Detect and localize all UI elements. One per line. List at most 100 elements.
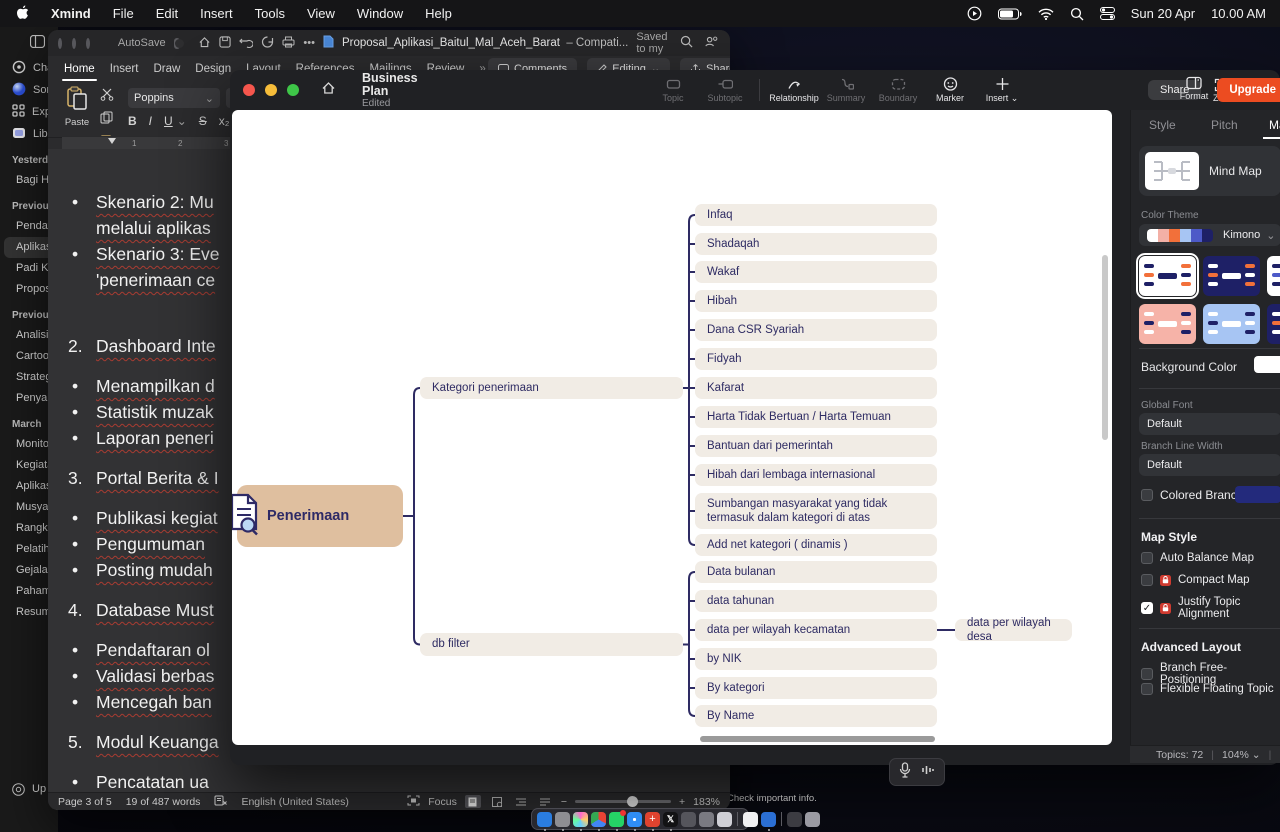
colored-branch-checkbox[interactable] [1141, 489, 1153, 501]
dock-minimized-window-icon[interactable] [787, 812, 802, 827]
cut-icon[interactable] [100, 88, 114, 106]
checkbox[interactable] [1141, 552, 1153, 564]
auto-balance-map-row[interactable]: Auto Balance Map [1141, 552, 1254, 564]
horizontal-scrollbar[interactable] [700, 736, 935, 742]
dock-safari-icon[interactable] [627, 812, 642, 827]
checkbox[interactable] [1141, 574, 1153, 586]
sidebar-item[interactable]: Pendafta [4, 216, 54, 237]
audio-levels-icon[interactable] [921, 763, 935, 782]
subtopic-node[interactable]: Add net kategori ( dinamis ) [695, 534, 937, 556]
page-indicator[interactable]: Page 3 of 5 [58, 796, 112, 808]
zoom-out-button[interactable]: − [561, 796, 567, 808]
sidebar-item[interactable]: Musyaw [4, 497, 54, 518]
central-topic[interactable]: Penerimaan [237, 485, 403, 547]
checkbox[interactable]: ✓ [1141, 602, 1153, 614]
close-button[interactable] [243, 84, 255, 96]
zoom-percentage[interactable]: 183% [693, 796, 720, 808]
dock-x-app-icon[interactable]: 𝕏 [663, 812, 678, 827]
sidebar-item[interactable]: Analisis [4, 325, 54, 346]
subtopic-node[interactable]: Shadaqah [695, 233, 937, 255]
dock-phone-mirroring-icon[interactable] [717, 812, 732, 827]
relationship-tool[interactable]: Relationship [768, 77, 820, 103]
tab-draw[interactable]: Draw [153, 63, 180, 75]
format-panel-button[interactable]: Format [1168, 76, 1220, 101]
apple-logo-icon[interactable] [16, 5, 29, 23]
language-indicator[interactable]: English (United States) [241, 796, 348, 808]
format-s-button[interactable]: S [199, 114, 207, 128]
format-b-button[interactable]: B [128, 114, 137, 128]
outline-view-button[interactable] [513, 795, 529, 808]
paste-button[interactable]: Paste [62, 86, 92, 128]
insert-tool[interactable]: Insert ⌄ [976, 77, 1028, 104]
dock-whatsapp-icon[interactable] [609, 812, 624, 827]
sidebar-item[interactable]: Resume [4, 602, 54, 623]
menu-file[interactable]: File [113, 6, 134, 21]
format-u-button[interactable]: U [164, 114, 173, 128]
main-topic[interactable]: db filter [420, 633, 683, 656]
checkbox[interactable] [1141, 668, 1153, 680]
sidebar-item[interactable]: Gejala [4, 560, 54, 581]
minimize-button[interactable] [265, 84, 277, 96]
subtopic-node[interactable]: Infaq [695, 204, 937, 226]
redo-icon[interactable] [261, 36, 274, 51]
menu-view[interactable]: View [307, 6, 335, 21]
more-icon[interactable]: ••• [303, 37, 315, 49]
menu-time[interactable]: 10.00 AM [1211, 6, 1266, 21]
sidebar-item[interactable]: Kegiatan [4, 455, 54, 476]
branch-width-select[interactable]: Default [1139, 454, 1280, 476]
zoom-button[interactable] [287, 84, 299, 96]
colored-branch-row[interactable]: Colored Branch [1141, 488, 1243, 502]
sidebar-item[interactable]: Penyakit [4, 388, 54, 409]
sidebar-item[interactable]: Padi Ken [4, 258, 54, 279]
dock-red-plus-app-icon[interactable]: + [645, 812, 660, 827]
zoom-in-button[interactable]: + [679, 796, 685, 808]
sidebar-item[interactable]: Strategi [4, 367, 54, 388]
sidebar-item[interactable]: Paham A [4, 581, 54, 602]
sidebar-item[interactable]: Proposa [4, 279, 54, 300]
subtopic-node[interactable]: By Name [695, 705, 937, 727]
colored-branch-color-swatch[interactable] [1235, 486, 1280, 503]
subtopic-node[interactable]: Sumbangan masyarakat yang tidak termasuk… [695, 493, 937, 529]
print-icon[interactable] [282, 36, 295, 51]
draft-view-button[interactable] [537, 795, 553, 808]
menu-window[interactable]: Window [357, 6, 403, 21]
sidebar-item[interactable]: Aplikasi [4, 476, 54, 497]
dock-trash-icon[interactable] [805, 812, 820, 827]
panel-tab-pitch[interactable]: Pitch [1211, 118, 1238, 132]
sidebar-item[interactable]: Rangkai [4, 518, 54, 539]
print-layout-view-button[interactable] [465, 795, 481, 808]
map-title[interactable]: Business Plan [362, 72, 442, 98]
checkbox[interactable] [1141, 683, 1153, 695]
vertical-scrollbar[interactable] [1102, 255, 1108, 440]
menu-edit[interactable]: Edit [156, 6, 178, 21]
focus-icon[interactable] [407, 795, 420, 809]
menu-date[interactable]: Sun 20 Apr [1131, 6, 1195, 21]
format-x-button[interactable]: x₂ [219, 114, 230, 128]
panel-tab-style[interactable]: Style [1149, 118, 1176, 132]
panel-tab-map[interactable]: Map [1269, 118, 1280, 132]
autosave-toggle[interactable] [174, 38, 181, 49]
theme-thumbnail[interactable] [1139, 256, 1196, 296]
subtopic-node[interactable]: by NIK [695, 648, 937, 670]
battery-icon[interactable] [998, 8, 1022, 20]
theme-thumbnail[interactable] [1139, 304, 1196, 344]
word-count[interactable]: 19 of 487 words [126, 796, 201, 808]
web-layout-view-button[interactable] [489, 795, 505, 808]
spotlight-search-icon[interactable] [1070, 7, 1084, 21]
subtopic-node[interactable]: Hibah dari lembaga internasional [695, 464, 937, 486]
format-i-button[interactable]: I [149, 114, 152, 128]
theme-thumbnail[interactable] [1267, 256, 1280, 296]
focus-label[interactable]: Focus [428, 796, 457, 808]
control-center-icon[interactable] [1100, 7, 1115, 20]
global-font-select[interactable]: Default [1139, 413, 1280, 435]
subtopic-node[interactable]: Harta Tidak Bertuan / Harta Temuan [695, 406, 937, 428]
canvas-zoom-level[interactable]: 104% ⌄ [1222, 749, 1261, 761]
flexible-floating-topic-row[interactable]: Flexible Floating Topic [1141, 683, 1274, 695]
copy-icon[interactable] [100, 111, 114, 129]
theme-thumbnail[interactable] [1203, 256, 1260, 296]
share-person-icon[interactable] [705, 35, 718, 51]
tab-home[interactable]: Home [64, 63, 95, 75]
tab-insert[interactable]: Insert [110, 63, 139, 75]
sidebar-item[interactable]: Bagi Has [4, 170, 54, 191]
dock-chrome-icon[interactable] [591, 812, 606, 827]
